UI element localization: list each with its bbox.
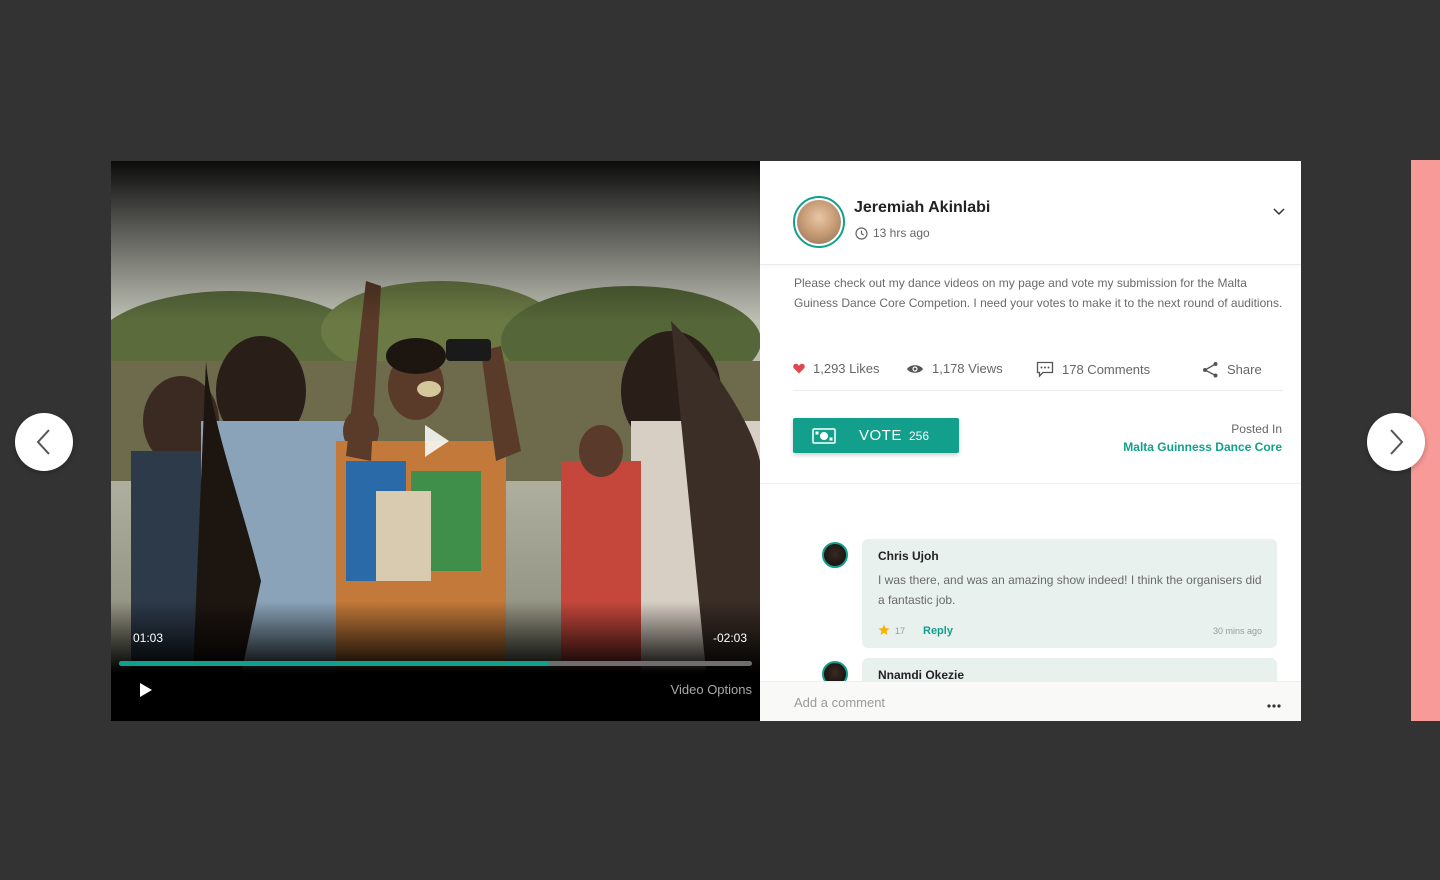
post-viewer-modal: 01:03 -02:03 Video Options Jeremiah Akin… bbox=[111, 161, 1301, 721]
views-stat: 1,178 Views bbox=[906, 361, 1003, 376]
video-options-button[interactable]: Video Options bbox=[671, 682, 752, 697]
remaining-time: -02:03 bbox=[712, 631, 747, 645]
chevron-left-icon bbox=[36, 429, 50, 455]
play-icon bbox=[425, 425, 449, 457]
video-player[interactable]: 01:03 -02:03 Video Options bbox=[111, 161, 760, 721]
play-icon bbox=[140, 683, 152, 697]
post-menu-button[interactable] bbox=[1273, 203, 1285, 221]
more-options-button[interactable] bbox=[1267, 695, 1281, 713]
posted-in-group-link[interactable]: Malta Guinness Dance Core bbox=[1123, 440, 1282, 454]
more-icon bbox=[1267, 704, 1281, 708]
author-avatar[interactable] bbox=[793, 196, 845, 248]
comment-time: 30 mins ago bbox=[1212, 626, 1262, 636]
clock-icon bbox=[855, 226, 868, 240]
vote-count: 256 bbox=[909, 429, 930, 443]
eye-icon bbox=[907, 364, 923, 373]
chevron-down-icon bbox=[1273, 208, 1285, 216]
share-icon bbox=[1203, 362, 1218, 378]
comments-button[interactable]: 178 Comments bbox=[1036, 361, 1150, 378]
comment-input[interactable] bbox=[794, 692, 1234, 712]
next-post-button[interactable] bbox=[1367, 413, 1425, 471]
comment-item: Nnamdi Okezie bbox=[862, 658, 1277, 681]
post-header: Jeremiah Akinlabi 13 hrs ago bbox=[760, 161, 1301, 265]
previous-post-button[interactable] bbox=[15, 413, 73, 471]
post-stats: 1,293 Likes 1,178 Views 178 Comments Sha… bbox=[793, 357, 1283, 391]
money-icon bbox=[812, 428, 836, 444]
author-name[interactable]: Jeremiah Akinlabi bbox=[854, 199, 990, 217]
share-button[interactable]: Share bbox=[1202, 361, 1262, 378]
share-label: Share bbox=[1227, 362, 1262, 377]
reply-button[interactable]: Reply bbox=[923, 625, 953, 637]
play-button[interactable] bbox=[140, 683, 152, 702]
comments-label: 178 Comments bbox=[1062, 362, 1151, 377]
video-progress-fill bbox=[119, 661, 550, 666]
current-time: 01:03 bbox=[133, 631, 164, 645]
comment-text: I was there, and was an amazing show ind… bbox=[878, 573, 1262, 607]
video-progress-bar[interactable] bbox=[119, 661, 752, 666]
vote-button[interactable]: VOTE 256 bbox=[793, 418, 959, 453]
comments-list: Chris Ujoh I was there, and was an amazi… bbox=[760, 484, 1301, 681]
commenter-avatar[interactable] bbox=[822, 542, 848, 568]
heart-icon bbox=[793, 363, 805, 374]
likes-button[interactable]: 1,293 Likes bbox=[793, 361, 880, 376]
likes-label: 1,293 Likes bbox=[813, 361, 880, 376]
avatar-image bbox=[797, 200, 841, 244]
posted-in: Posted In Malta Guinness Dance Core bbox=[1123, 422, 1282, 454]
chevron-right-icon bbox=[1390, 429, 1404, 455]
commenter-name[interactable]: Chris Ujoh bbox=[878, 549, 939, 563]
post-description: Please check out my dance videos on my p… bbox=[794, 276, 1283, 310]
commenter-name[interactable]: Nnamdi Okezie bbox=[878, 668, 964, 681]
views-label: 1,178 Views bbox=[932, 361, 1003, 376]
vote-label: VOTE bbox=[859, 427, 902, 444]
post-details-panel: Jeremiah Akinlabi 13 hrs ago Please chec… bbox=[760, 161, 1301, 721]
comment-likes: 17 bbox=[895, 626, 906, 636]
star-icon[interactable] bbox=[878, 624, 890, 636]
post-time: 13 hrs ago bbox=[855, 226, 930, 240]
comment-item: Chris Ujoh I was there, and was an amazi… bbox=[862, 539, 1277, 648]
play-overlay-button[interactable] bbox=[423, 423, 451, 464]
video-top-shade bbox=[111, 161, 760, 321]
posted-in-label: Posted In bbox=[1231, 422, 1282, 436]
comment-icon bbox=[1036, 361, 1054, 378]
add-comment-bar bbox=[760, 681, 1301, 721]
post-time-label: 13 hrs ago bbox=[873, 226, 930, 240]
commenter-avatar[interactable] bbox=[822, 661, 848, 681]
